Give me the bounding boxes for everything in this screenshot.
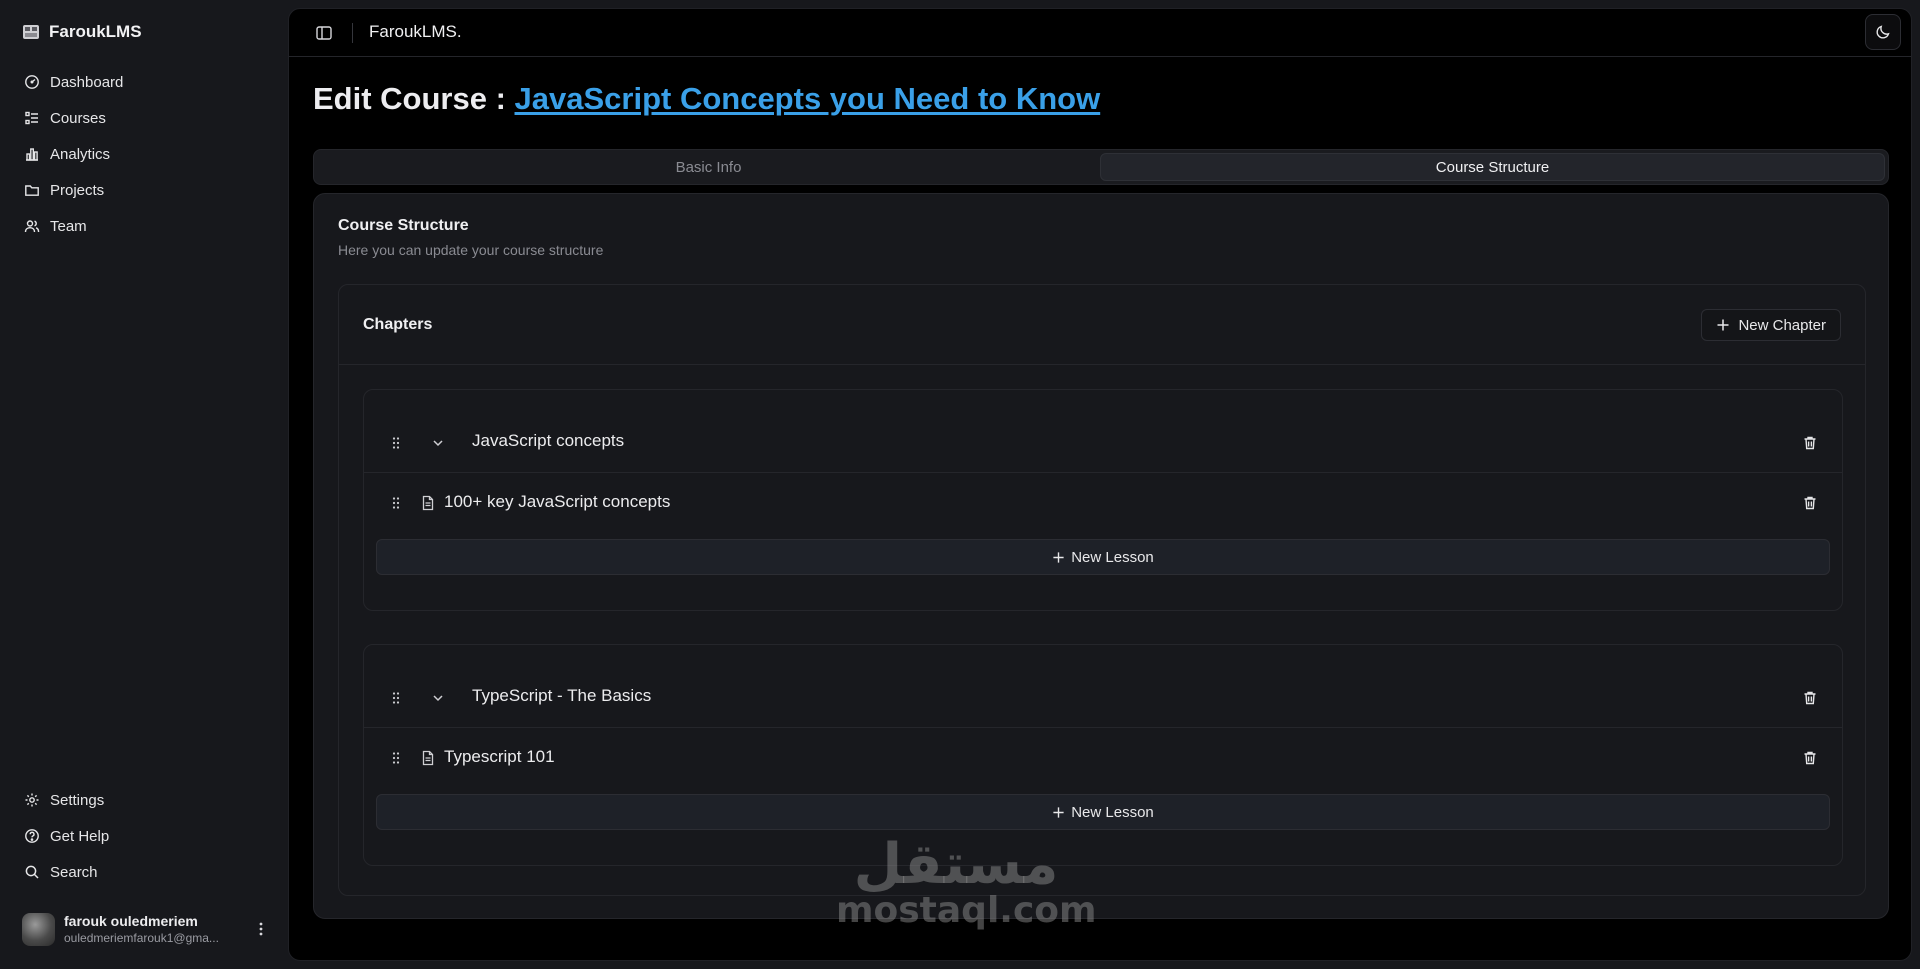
drag-handle-icon[interactable]: [388, 750, 404, 766]
search-icon: [24, 864, 40, 880]
lesson-name[interactable]: Typescript 101: [444, 747, 555, 767]
plus-icon: [1052, 551, 1065, 564]
sidebar-item-label: Analytics: [50, 145, 111, 163]
card-description: Here you can update your course structur…: [338, 242, 604, 258]
settings-icon: [24, 792, 40, 808]
topbar-title: FaroukLMS.: [369, 22, 462, 41]
sidebar-item-label: Team: [50, 217, 87, 235]
topbar-divider: [352, 23, 353, 43]
sidebar-item-label: Courses: [50, 109, 106, 127]
card-title: Course Structure: [338, 217, 469, 234]
chapter-name[interactable]: TypeScript - The Basics: [472, 686, 651, 706]
brand[interactable]: FaroukLMS: [22, 20, 142, 44]
file-text-icon: [420, 750, 436, 766]
sidebar-item-label: Settings: [50, 791, 105, 809]
user-profile[interactable]: farouk ouledmeriem ouledmeriemfarouk1@gm…: [22, 910, 272, 948]
sidebar-item-courses[interactable]: Courses: [14, 100, 274, 136]
tab-course-structure[interactable]: Course Structure: [1100, 153, 1885, 181]
sidebar-item-label: Dashboard: [50, 73, 124, 91]
folder-icon: [24, 182, 40, 198]
user-email: ouledmeriemfarouk1@gma...: [64, 931, 219, 945]
moon-icon: [1875, 24, 1891, 40]
new-lesson-button[interactable]: New Lesson: [376, 539, 1830, 575]
sidebar-item-get-help[interactable]: Get Help: [14, 818, 274, 854]
lesson-name[interactable]: 100+ key JavaScript concepts: [444, 492, 670, 512]
sidebar-item-projects[interactable]: Projects: [14, 172, 274, 208]
drag-handle-icon[interactable]: [388, 495, 404, 511]
list-icon: [24, 110, 40, 126]
user-name: farouk ouledmeriem: [64, 913, 198, 929]
chapters-panel: Chapters New Chapter JavaScript concepts…: [338, 284, 1866, 896]
sidebar-item-settings[interactable]: Settings: [14, 782, 274, 818]
trash-icon[interactable]: [1802, 435, 1818, 451]
chapter-name[interactable]: JavaScript concepts: [472, 431, 624, 451]
brand-name: FaroukLMS: [49, 22, 142, 41]
new-lesson-label: New Lesson: [1071, 548, 1154, 566]
tab-basic-info[interactable]: Basic Info: [317, 153, 1100, 181]
page-title-prefix: Edit Course :: [313, 81, 515, 116]
dashboard-gauge-icon: [24, 74, 40, 90]
trash-icon[interactable]: [1802, 750, 1818, 766]
course-title-link[interactable]: JavaScript Concepts you Need to Know: [515, 81, 1101, 116]
chapter-card: JavaScript concepts 100+ key JavaScript …: [363, 389, 1843, 611]
user-info: farouk ouledmeriem ouledmeriemfarouk1@gm…: [64, 912, 239, 946]
trash-icon[interactable]: [1802, 495, 1818, 511]
lesson-row: 100+ key JavaScript concepts: [364, 473, 1842, 535]
chapters-header: Chapters New Chapter: [339, 285, 1865, 365]
tabs: Basic Info Course Structure: [313, 149, 1889, 185]
file-text-icon: [420, 495, 436, 511]
bar-chart-icon: [24, 146, 40, 162]
chevron-down-icon[interactable]: [430, 435, 446, 451]
lesson-row: Typescript 101: [364, 728, 1842, 790]
sidebar-nav: Dashboard Courses Analytics Projects Tea…: [14, 64, 274, 244]
plus-icon: [1052, 806, 1065, 819]
sidebar-item-label: Get Help: [50, 827, 110, 845]
help-circle-icon: [24, 828, 40, 844]
course-structure-card: Course Structure Here you can update you…: [313, 193, 1889, 919]
chapters-title: Chapters: [363, 316, 433, 333]
sidebar: FaroukLMS Dashboard Courses Analytics Pr…: [0, 0, 288, 969]
sidebar-item-search[interactable]: Search: [14, 854, 274, 890]
topbar: FaroukLMS.: [289, 9, 1911, 57]
page-title: Edit Course : JavaScript Concepts you Ne…: [313, 81, 1100, 117]
avatar: [22, 912, 55, 946]
chapter-row: TypeScript - The Basics: [364, 668, 1842, 728]
trash-icon[interactable]: [1802, 690, 1818, 706]
chapter-card: TypeScript - The Basics Typescript 101 N…: [363, 644, 1843, 866]
sidebar-item-analytics[interactable]: Analytics: [14, 136, 274, 172]
new-lesson-button[interactable]: New Lesson: [376, 794, 1830, 830]
new-lesson-label: New Lesson: [1071, 803, 1154, 821]
main-panel: FaroukLMS. Edit Course : JavaScript Conc…: [288, 8, 1912, 961]
sidebar-toggle-icon[interactable]: [315, 24, 333, 42]
drag-handle-icon[interactable]: [388, 690, 404, 706]
sidebar-item-label: Search: [50, 863, 98, 881]
new-chapter-button[interactable]: New Chapter: [1701, 309, 1841, 341]
sidebar-secondary-nav: Settings Get Help Search: [14, 782, 274, 890]
drag-handle-icon[interactable]: [388, 435, 404, 451]
more-vertical-icon[interactable]: [248, 920, 270, 938]
brand-logo-icon: [22, 23, 40, 41]
chapter-row: JavaScript concepts: [364, 413, 1842, 473]
plus-icon: [1716, 318, 1730, 332]
new-chapter-label: New Chapter: [1738, 316, 1826, 334]
theme-toggle-button[interactable]: [1865, 14, 1901, 50]
chevron-down-icon[interactable]: [430, 690, 446, 706]
sidebar-item-label: Projects: [50, 181, 105, 199]
sidebar-item-team[interactable]: Team: [14, 208, 274, 244]
users-icon: [24, 218, 40, 234]
sidebar-item-dashboard[interactable]: Dashboard: [14, 64, 274, 100]
